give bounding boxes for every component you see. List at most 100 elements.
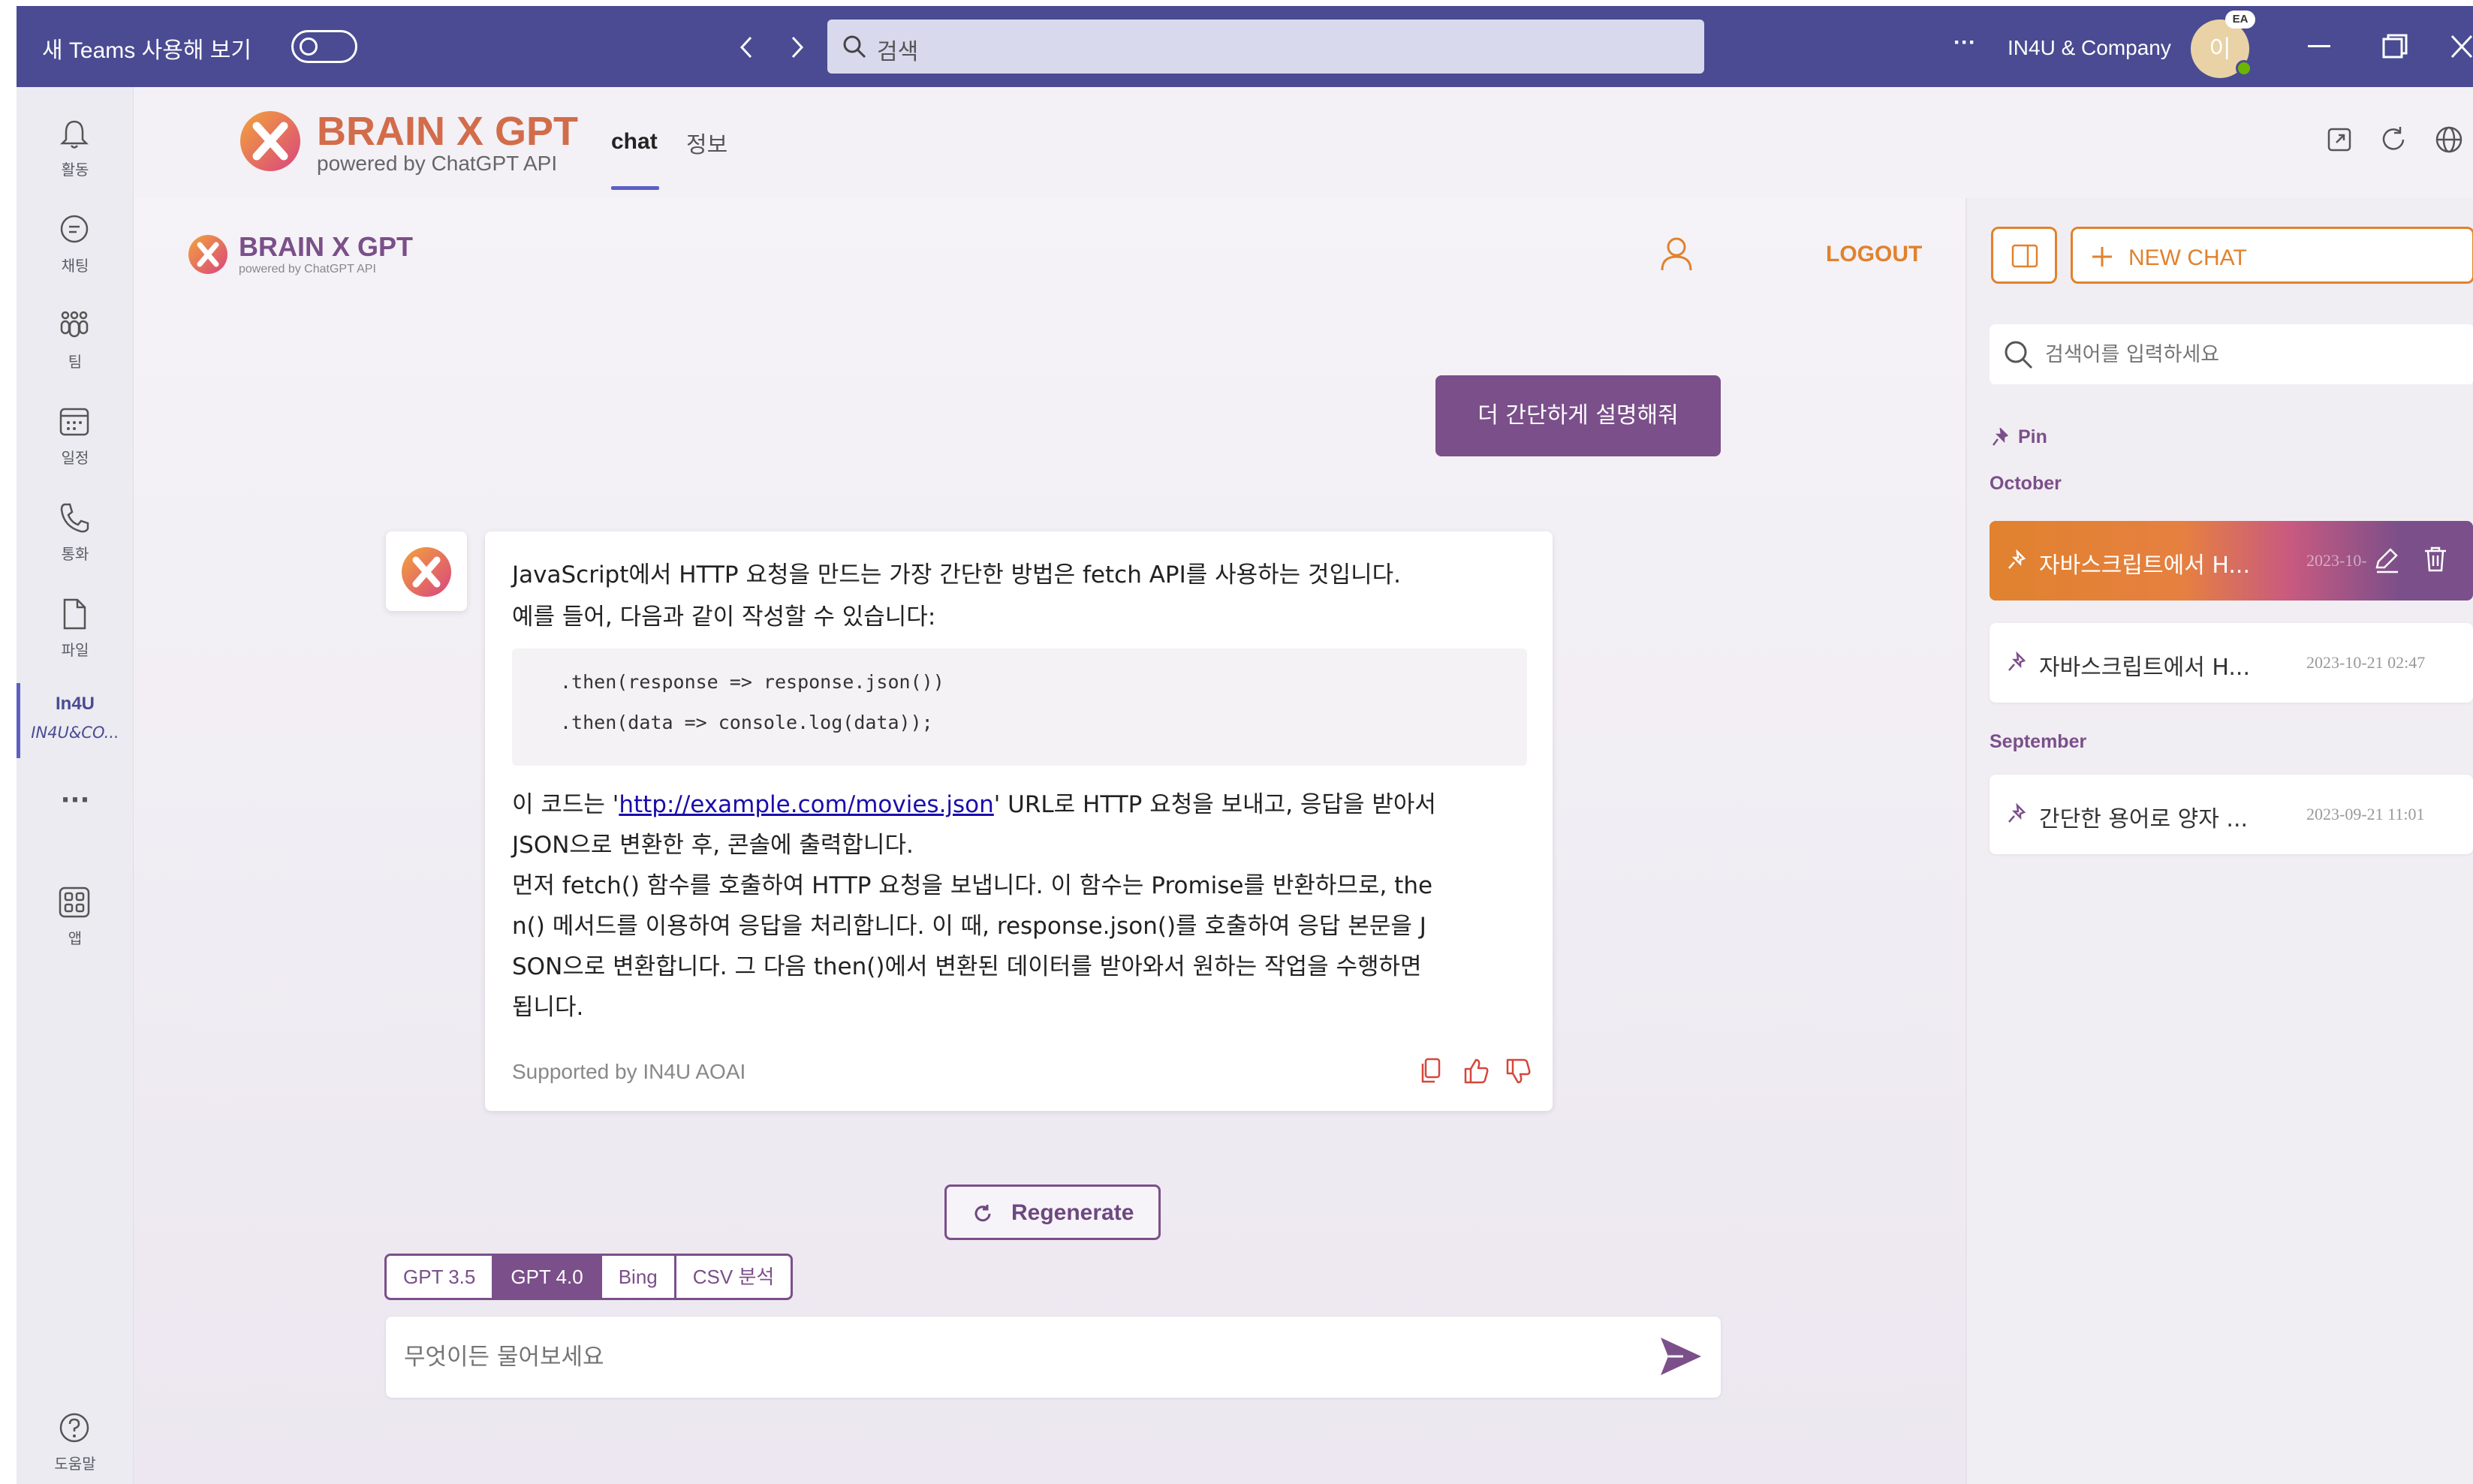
chat-history-panel: NEW CHAT Pin October 자바스크립트에서 H... 2023-…: [1965, 198, 2473, 1484]
in4u-app-icon: In4U: [55, 694, 95, 714]
search-icon: [2005, 341, 2033, 369]
edit-icon[interactable]: [2372, 545, 2401, 573]
example-url-link[interactable]: http://example.com/movies.json: [619, 791, 993, 818]
teams-search-box[interactable]: 검색: [827, 20, 1704, 74]
regenerate-icon: [974, 1205, 991, 1222]
pin-section-label: Pin: [2018, 426, 2047, 447]
close-icon[interactable]: [2449, 33, 2473, 60]
model-option-csv[interactable]: CSV 분석: [676, 1256, 791, 1298]
bell-icon: [59, 120, 89, 149]
user-message-bubble: 더 간단하게 설명해줘: [1435, 375, 1721, 456]
rail-item-help[interactable]: 도움말: [17, 1396, 134, 1484]
plus-icon: [2092, 247, 2112, 266]
model-option-gpt40[interactable]: GPT 4.0: [494, 1256, 602, 1298]
answer-line: 됩니다.: [512, 994, 584, 1021]
new-chat-button[interactable]: NEW CHAT: [2071, 227, 2473, 284]
answer-line: 먼저 fetch() 함수를 호출하여 HTTP 요청을 보냅니다. 이 함수는…: [512, 872, 1433, 899]
answer-line: n() 메서드를 이용하여 응답을 처리합니다. 이 때, response.j…: [512, 913, 1426, 940]
rail-item-in4u-app[interactable]: In4U IN4U&CO...: [17, 679, 134, 769]
sidebar-toggle-icon: [2011, 244, 2038, 268]
rail-label: 통화: [61, 545, 89, 563]
back-arrow-icon[interactable]: [737, 35, 755, 60]
teams-icon: [60, 311, 89, 338]
new-teams-toggle[interactable]: [291, 30, 357, 63]
brand-title: BRAIN X GPT: [317, 109, 579, 154]
rail-item-apps[interactable]: 앱: [17, 871, 134, 961]
history-item-date: 2023-09-21 11:01: [2306, 805, 2425, 823]
rail-label: 팀: [68, 353, 83, 371]
history-search-input[interactable]: [2045, 335, 2450, 374]
thumbs-down-icon[interactable]: [1505, 1057, 1532, 1085]
calendar-icon: [59, 408, 89, 436]
history-item-active[interactable]: 자바스크립트에서 H... 2023-10-...: [1990, 521, 2473, 601]
history-item[interactable]: 자바스크립트에서 H... 2023-10-21 02:47: [1990, 623, 2473, 703]
send-icon[interactable]: [1658, 1335, 1704, 1378]
toggle-panel-button[interactable]: [1991, 227, 2057, 284]
answer-line: 예를 들어, 다음과 같이 작성할 수 있습니다:: [512, 604, 936, 631]
model-option-bing[interactable]: Bing: [602, 1256, 676, 1298]
section-september-title: September: [1990, 731, 2087, 752]
chat-brand-subtitle: powered by ChatGPT API: [239, 263, 376, 275]
regenerate-button[interactable]: Regenerate: [944, 1184, 1161, 1240]
brain-x-bot-icon: [402, 547, 451, 597]
brain-x-logo: [240, 111, 300, 171]
copy-icon[interactable]: [1419, 1057, 1443, 1085]
rail-item-teams[interactable]: 팀: [17, 294, 134, 384]
pin-icon[interactable]: [2006, 803, 2029, 826]
teams-left-rail: 활동 채팅 팀 일정 통화 파일 In4U IN4U&CO... ··· 앱 도…: [17, 87, 134, 1484]
rail-item-files[interactable]: 파일: [17, 582, 134, 673]
chat-input[interactable]: [404, 1332, 1635, 1383]
rail-label: 앱: [68, 929, 83, 947]
rail-item-activity[interactable]: 활동: [17, 102, 134, 192]
more-icon: ···: [60, 785, 90, 815]
rail-item-chat[interactable]: 채팅: [17, 198, 134, 288]
assistant-answer-card: JavaScript에서 HTTP 요청을 만드는 가장 간단한 방법은 fet…: [485, 531, 1553, 1111]
supported-by-label: Supported by IN4U AOAI: [512, 1060, 746, 1083]
apps-icon: [59, 886, 90, 918]
history-item-title: 간단한 용어로 양자 ...: [2039, 806, 2249, 832]
logout-button[interactable]: LOGOUT: [1826, 242, 1922, 267]
rail-label: 활동: [61, 161, 89, 179]
tab-info[interactable]: 정보: [686, 126, 727, 159]
history-item[interactable]: 간단한 용어로 양자 ... 2023-09-21 11:01: [1990, 775, 2473, 854]
avatar-badge: EA: [2225, 11, 2255, 29]
refresh-icon[interactable]: [2378, 125, 2408, 155]
rail-label: IN4U&CO...: [31, 724, 119, 742]
globe-icon[interactable]: [2434, 125, 2464, 155]
chat-icon: [60, 215, 89, 243]
history-item-date: 2023-10-21 02:47: [2306, 653, 2426, 672]
brain-x-logo-small: [188, 235, 227, 274]
rail-label: 도움말: [54, 1455, 96, 1473]
chat-brand-title: BRAIN X GPT: [239, 231, 414, 262]
rail-label: 파일: [61, 641, 89, 659]
history-search-box[interactable]: [1990, 324, 2473, 384]
org-name[interactable]: IN4U & Company: [2008, 36, 2171, 60]
help-icon: [59, 1413, 89, 1443]
rail-item-more[interactable]: ···: [17, 775, 134, 865]
model-option-gpt35[interactable]: GPT 3.5: [387, 1256, 495, 1298]
chat-input-bar: [386, 1317, 1721, 1398]
app-header: BRAIN X GPT powered by ChatGPT API chat …: [134, 87, 2473, 198]
answer-line: SON으로 변환합니다. 그 다음 then()에서 변환된 데이터를 받아와서…: [512, 953, 1422, 980]
pin-icon: [1993, 428, 2009, 446]
forward-arrow-icon[interactable]: [788, 35, 806, 60]
trash-icon[interactable]: [2422, 545, 2449, 573]
rail-label: 채팅: [61, 257, 89, 275]
new-chat-label: NEW CHAT: [2128, 245, 2247, 270]
thumbs-up-icon[interactable]: [1462, 1057, 1490, 1085]
answer-line: JSON으로 변환한 후, 콘솔에 출력합니다.: [512, 832, 914, 859]
minimize-icon[interactable]: [2308, 45, 2332, 50]
more-options-icon[interactable]: ···: [1953, 30, 1976, 56]
answer-line: JavaScript에서 HTTP 요청을 만드는 가장 간단한 방법은 fet…: [512, 561, 1401, 588]
pin-icon[interactable]: [2006, 549, 2029, 572]
rail-item-calls[interactable]: 통화: [17, 486, 134, 576]
teams-title-bar: 새 Teams 사용해 보기 검색 ··· IN4U & Company 이 E…: [17, 6, 2473, 87]
history-item-title: 자바스크립트에서 H...: [2039, 552, 2250, 579]
rail-item-calendar[interactable]: 일정: [17, 390, 134, 480]
user-icon[interactable]: [1659, 236, 1694, 273]
pin-icon[interactable]: [2006, 652, 2029, 674]
restore-icon[interactable]: [2381, 33, 2408, 60]
popout-icon[interactable]: [2326, 126, 2353, 153]
file-icon: [63, 598, 86, 630]
tab-chat[interactable]: chat: [611, 129, 658, 155]
